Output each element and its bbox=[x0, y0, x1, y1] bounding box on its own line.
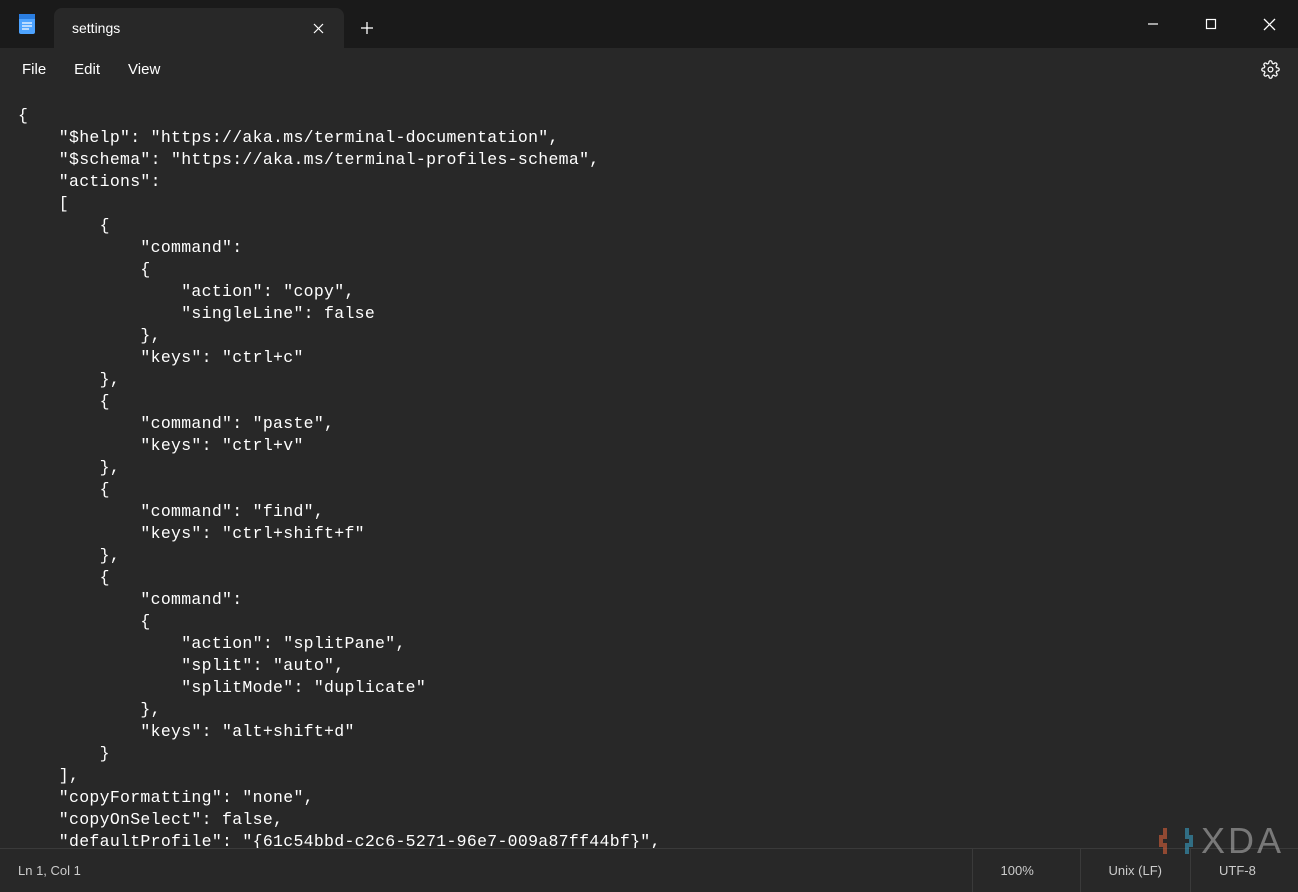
menu-file[interactable]: File bbox=[8, 55, 60, 84]
tab-settings[interactable]: settings bbox=[54, 8, 344, 48]
tab-close-button[interactable] bbox=[304, 14, 332, 42]
titlebar: settings bbox=[0, 0, 1298, 48]
menubar: File Edit View bbox=[0, 48, 1298, 90]
maximize-button[interactable] bbox=[1182, 0, 1240, 48]
close-icon bbox=[1263, 18, 1276, 31]
window-controls bbox=[1124, 0, 1298, 48]
editor-text-area[interactable]: { "$help": "https://aka.ms/terminal-docu… bbox=[0, 90, 1298, 848]
new-tab-button[interactable] bbox=[344, 8, 390, 48]
titlebar-drag-area[interactable] bbox=[390, 0, 1124, 48]
app-icon bbox=[0, 0, 54, 48]
maximize-icon bbox=[1205, 18, 1217, 30]
menu-edit[interactable]: Edit bbox=[60, 55, 114, 84]
tab-title: settings bbox=[72, 20, 120, 36]
minimize-button[interactable] bbox=[1124, 0, 1182, 48]
gear-icon bbox=[1261, 60, 1280, 79]
statusbar: Ln 1, Col 1 100% Unix (LF) UTF-8 bbox=[0, 848, 1298, 892]
minimize-icon bbox=[1147, 18, 1159, 30]
notepad-icon bbox=[17, 12, 37, 36]
settings-button[interactable] bbox=[1250, 51, 1290, 87]
close-window-button[interactable] bbox=[1240, 0, 1298, 48]
status-zoom[interactable]: 100% bbox=[972, 849, 1080, 892]
xda-logo-icon bbox=[1159, 824, 1193, 858]
close-icon bbox=[313, 23, 324, 34]
plus-icon bbox=[360, 21, 374, 35]
status-position: Ln 1, Col 1 bbox=[0, 863, 972, 878]
menu-view[interactable]: View bbox=[114, 55, 174, 84]
watermark-text: XDA bbox=[1201, 820, 1284, 862]
xda-watermark: XDA bbox=[1159, 820, 1284, 862]
